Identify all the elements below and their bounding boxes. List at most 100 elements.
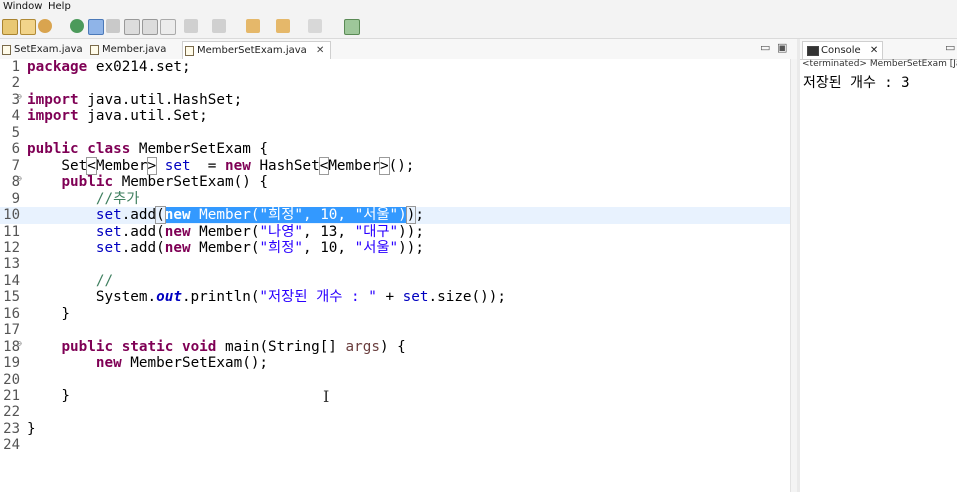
console-icon bbox=[807, 46, 819, 56]
tab-setexam[interactable]: SetExam.java bbox=[0, 41, 83, 58]
tab-label: SetExam.java bbox=[14, 44, 83, 55]
build-icon[interactable] bbox=[38, 19, 52, 33]
code-line[interactable]: 9 //추가 bbox=[0, 191, 790, 208]
fold-icon[interactable]: ⊖ bbox=[17, 171, 22, 188]
line-number: 12 bbox=[3, 239, 20, 256]
last-edit-location-icon[interactable] bbox=[246, 19, 260, 33]
code-text: public class MemberSetExam { bbox=[27, 141, 269, 158]
code-text: //추가 bbox=[95, 190, 140, 207]
code-text: // bbox=[95, 272, 114, 289]
maximize-icon[interactable]: ▣ bbox=[777, 41, 787, 54]
menu-help[interactable]: Help bbox=[48, 1, 71, 12]
code-line[interactable]: 4 import java.util.Set; bbox=[0, 108, 790, 125]
code-line[interactable]: 7 Set<Member> set = new HashSet<Member>(… bbox=[0, 156, 790, 175]
code-line[interactable]: 11 set.add(new Member("나영", 13, "대구")); bbox=[0, 224, 790, 241]
line-number: 4 bbox=[11, 108, 20, 125]
toolbar bbox=[0, 15, 957, 39]
line-number: 15 bbox=[3, 289, 20, 306]
code-text: Set<Member> set = new HashSet<Member>(); bbox=[27, 156, 415, 175]
close-icon[interactable]: ✕ bbox=[316, 45, 324, 56]
line-number: 13 bbox=[3, 256, 20, 273]
word-wrap-icon[interactable] bbox=[142, 19, 158, 35]
code-text: import java.util.HashSet; bbox=[27, 91, 243, 108]
code-text: package ex0214.set; bbox=[27, 59, 191, 75]
code-line[interactable]: 3 ⊖ import java.util.HashSet; bbox=[0, 92, 790, 109]
code-line[interactable]: 8 ⊖ public MemberSetExam() { bbox=[0, 174, 790, 191]
code-text: set.add(new Member("나영", 13, "대구")); bbox=[95, 223, 424, 240]
toggle-mark-occurrences-icon[interactable] bbox=[88, 19, 104, 35]
forward-icon[interactable] bbox=[308, 19, 322, 33]
line-number: 19 bbox=[3, 355, 20, 372]
console-tab-label: Console bbox=[821, 45, 861, 56]
open-perspective-icon[interactable] bbox=[344, 19, 360, 35]
back-icon[interactable] bbox=[276, 19, 290, 33]
line-number: 16 bbox=[3, 305, 20, 322]
code-line[interactable]: 19 new MemberSetExam(); bbox=[0, 355, 790, 372]
new-icon[interactable] bbox=[2, 19, 18, 35]
line-number: 20 bbox=[3, 371, 20, 388]
line-number: 24 bbox=[3, 437, 20, 454]
text-cursor-icon: I bbox=[323, 387, 330, 406]
line-number: 22 bbox=[3, 404, 20, 421]
code-line[interactable]: 16 } bbox=[0, 306, 790, 323]
code-text: } bbox=[27, 420, 36, 437]
tab-label: MemberSetExam.java bbox=[197, 45, 307, 56]
minimize-icon[interactable]: ▭ bbox=[760, 41, 770, 54]
code-line[interactable]: 23} bbox=[0, 421, 790, 438]
code-line[interactable]: 24 bbox=[0, 437, 790, 454]
code-line[interactable]: 15 System.out.println("저장된 개수 : " + set.… bbox=[0, 289, 790, 306]
tab-member[interactable]: Member.java bbox=[88, 41, 166, 58]
editor-tab-bar: SetExam.java Member.java MemberSetExam.j… bbox=[0, 39, 797, 60]
code-line[interactable]: 14 // bbox=[0, 273, 790, 290]
code-editor[interactable]: 1 package ex0214.set; 2 3 ⊖ import java.util.… bbox=[0, 59, 790, 492]
code-text: public MemberSetExam() { bbox=[61, 174, 269, 191]
open-folder-icon[interactable] bbox=[20, 19, 36, 35]
code-line[interactable]: 12 set.add(new Member("희정", 10, "서울")); bbox=[0, 240, 790, 257]
code-line[interactable]: 18 ⊖ public static void main(String[] arg… bbox=[0, 339, 790, 356]
code-line[interactable]: 2 bbox=[0, 75, 790, 92]
code-line[interactable]: 17 bbox=[0, 322, 790, 339]
tab-label: Member.java bbox=[102, 44, 167, 55]
code-text: } bbox=[27, 388, 71, 404]
line-number: 10 bbox=[3, 207, 20, 224]
code-line[interactable]: 13 bbox=[0, 256, 790, 273]
line-number: 9 bbox=[11, 190, 20, 207]
close-icon[interactable]: ✕ bbox=[870, 45, 878, 56]
code-text: System.out.println("저장된 개수 : " + set.siz… bbox=[27, 289, 506, 306]
show-whitespace-icon[interactable] bbox=[160, 19, 176, 35]
line-number: 14 bbox=[3, 272, 20, 289]
line-number: 21 bbox=[3, 388, 20, 404]
previous-annotation-icon[interactable] bbox=[212, 19, 226, 33]
fold-icon[interactable]: ⊖ bbox=[17, 336, 22, 353]
run-icon[interactable] bbox=[70, 19, 84, 33]
minimize-icon[interactable]: ▭ bbox=[945, 41, 955, 54]
java-file-icon bbox=[2, 45, 11, 55]
code-line[interactable]: 5 bbox=[0, 125, 790, 142]
console-panel: Console ✕ ▭ <terminated> MemberSetExam [… bbox=[800, 39, 957, 492]
code-text: new MemberSetExam(); bbox=[95, 355, 269, 372]
code-line[interactable]: 22 bbox=[0, 404, 790, 421]
code-line[interactable]: 20 bbox=[0, 372, 790, 389]
java-file-icon bbox=[90, 45, 99, 55]
tab-console[interactable]: Console ✕ bbox=[802, 41, 884, 59]
line-number: 23 bbox=[3, 420, 20, 437]
java-file-icon bbox=[185, 46, 194, 56]
fold-icon[interactable]: ⊖ bbox=[17, 89, 22, 106]
code-text: } bbox=[27, 305, 71, 322]
code-line[interactable]: 10 set.add(new Member("희정", 10, "서울")); bbox=[0, 206, 790, 225]
line-number: 6 bbox=[11, 141, 20, 158]
next-annotation-icon[interactable] bbox=[184, 19, 198, 33]
code-line[interactable]: 1 package ex0214.set; bbox=[0, 59, 790, 76]
menu-window[interactable]: Window bbox=[3, 1, 42, 12]
code-line[interactable]: 21 } bbox=[0, 388, 790, 405]
block-selection-icon[interactable] bbox=[124, 19, 140, 35]
line-number: 11 bbox=[3, 223, 20, 240]
menu-bar: Window Help bbox=[0, 0, 957, 15]
console-status: <terminated> MemberSetExam [Java bbox=[802, 59, 957, 69]
code-text: public static void main(String[] args) { bbox=[61, 338, 406, 355]
line-number: 5 bbox=[11, 124, 20, 141]
console-tab-bar: Console ✕ ▭ bbox=[800, 39, 957, 60]
code-line[interactable]: 6 public class MemberSetExam { bbox=[0, 141, 790, 158]
toggle-breadcrumb-icon[interactable] bbox=[106, 19, 120, 33]
tab-membersetexam[interactable]: MemberSetExam.java ✕ bbox=[182, 41, 332, 59]
